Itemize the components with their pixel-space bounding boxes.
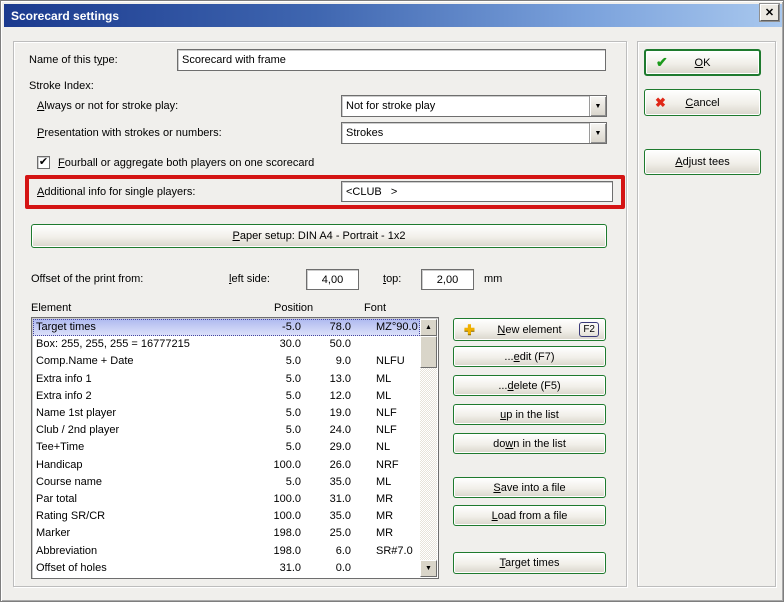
table-row[interactable]: Handicap100.026.0NRF — [33, 457, 420, 474]
check-icon: ✔ — [656, 54, 668, 71]
name-of-type-input[interactable] — [177, 49, 606, 71]
presentation-label: Presentation with strokes or numbers: — [37, 127, 222, 139]
offset-top-input[interactable] — [421, 269, 474, 290]
delete-button[interactable]: ...delete (F5) — [453, 375, 606, 396]
chevron-down-icon[interactable]: ▼ — [589, 123, 606, 143]
top-label: top: — [383, 273, 401, 285]
table-row[interactable]: Target times-5.078.0MZ°90.0 — [33, 319, 420, 336]
adjust-tees-button[interactable]: Adjust tees — [644, 149, 761, 175]
cross-icon: ✖ — [655, 95, 666, 111]
table-row[interactable]: Extra info 15.013.0ML — [33, 371, 420, 388]
offset-left-input[interactable] — [306, 269, 359, 290]
scroll-down-icon: ▼ — [425, 565, 432, 572]
stroke-play-dropdown[interactable]: Not for stroke play ▼ — [341, 95, 607, 117]
table-row[interactable]: Box: 255, 255, 255 = 1677721530.050.0 — [33, 336, 420, 353]
table-row[interactable]: Name 1st player5.019.0NLF — [33, 405, 420, 422]
window-title: Scorecard settings — [11, 9, 119, 23]
name-of-type-label: Name of this type: — [29, 54, 118, 66]
table-row[interactable]: Club / 2nd player5.024.0NLF — [33, 422, 420, 439]
stroke-play-dropdown-value: Not for stroke play — [342, 100, 589, 112]
scroll-down-button[interactable]: ▼ — [420, 560, 437, 577]
paper-setup-button[interactable]: Paper setup: DIN A4 - Portrait - 1x2 — [31, 224, 607, 248]
left-side-label: left side: — [229, 273, 270, 285]
scroll-up-button[interactable]: ▲ — [420, 319, 437, 336]
fourball-checkbox[interactable]: ✔ — [37, 156, 50, 169]
actions-groupbox — [637, 41, 776, 587]
titlebar: Scorecard settings — [4, 4, 782, 27]
chevron-down-icon[interactable]: ▼ — [589, 96, 606, 116]
close-icon: ✕ — [765, 6, 774, 19]
table-row[interactable]: Abbreviation198.06.0SR#7.0 — [33, 542, 420, 559]
close-button[interactable]: ✕ — [760, 4, 779, 21]
table-row[interactable]: Par total100.031.0MR — [33, 491, 420, 508]
fourball-label: Fourball or aggregate both players on on… — [58, 157, 314, 169]
scorecard-settings-dialog: Scorecard settings ✕ Name of this type: … — [0, 0, 784, 602]
table-row[interactable]: Tee+Time5.029.0NL — [33, 439, 420, 456]
checkmark-icon: ✔ — [39, 157, 48, 168]
table-row[interactable]: Rating SR/CR100.035.0MR — [33, 508, 420, 525]
table-row[interactable]: Offset of holes31.00.0 — [33, 560, 420, 577]
unit-label: mm — [484, 273, 502, 285]
presentation-dropdown-value: Strokes — [342, 127, 589, 139]
list-scrollbar[interactable]: ▲ ▼ — [420, 319, 437, 577]
save-into-file-button[interactable]: Save into a file — [453, 477, 606, 498]
element-list-rows: Target times-5.078.0MZ°90.0 Box: 255, 25… — [33, 319, 420, 577]
down-in-list-button[interactable]: down in the list — [453, 433, 606, 454]
load-from-file-button[interactable]: Load from a file — [453, 505, 606, 526]
column-header-font: Font — [364, 302, 386, 314]
element-list: Target times-5.078.0MZ°90.0 Box: 255, 25… — [31, 317, 439, 579]
stroke-index-label: Stroke Index: — [29, 80, 94, 92]
up-in-list-button[interactable]: up in the list — [453, 404, 606, 425]
additional-info-label: Additional info for single players: — [37, 186, 195, 198]
new-element-button[interactable]: ✚ New element F2 — [453, 318, 606, 341]
edit-button[interactable]: ...edit (F7) — [453, 346, 606, 367]
table-row[interactable]: Extra info 25.012.0ML — [33, 388, 420, 405]
scrollbar-thumb[interactable] — [420, 336, 437, 368]
cancel-button[interactable]: ✖ Cancel — [644, 89, 761, 116]
presentation-dropdown[interactable]: Strokes ▼ — [341, 122, 607, 144]
column-header-position: Position — [274, 302, 313, 314]
scroll-up-icon: ▲ — [425, 324, 432, 331]
offset-label: Offset of the print from: — [31, 273, 143, 285]
table-row[interactable]: Course name5.035.0ML — [33, 474, 420, 491]
always-stroke-play-label: Always or not for stroke play: — [37, 100, 178, 112]
additional-info-input[interactable] — [341, 181, 613, 202]
target-times-button[interactable]: Target times — [453, 552, 606, 574]
ok-button[interactable]: ✔ OK — [644, 49, 761, 76]
plus-icon: ✚ — [464, 322, 475, 338]
table-row[interactable]: Marker198.025.0MR — [33, 525, 420, 542]
f2-key-badge: F2 — [579, 322, 599, 337]
column-header-element: Element — [31, 302, 71, 314]
table-row[interactable]: Comp.Name + Date5.09.0NLFU — [33, 353, 420, 370]
